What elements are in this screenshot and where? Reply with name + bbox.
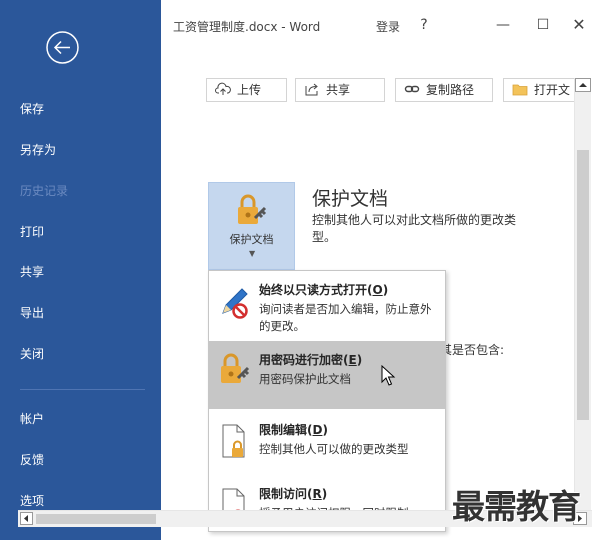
sidebar-item-export[interactable]: 导出: [0, 295, 161, 331]
open-folder-label: 打开文: [534, 83, 571, 97]
sidebar-item-save[interactable]: 保存: [0, 91, 161, 127]
copy-path-label: 复制路径: [426, 83, 475, 97]
sidebar-divider: [20, 389, 145, 390]
caret-left-icon: [24, 515, 28, 522]
sidebar-item-history: 历史记录: [20, 184, 69, 198]
pencil-no-edit-icon: [222, 288, 248, 319]
menu-item-restrict-editing[interactable]: 限制编辑(D) 控制其他人可以做的更改类型: [209, 411, 445, 479]
vertical-scrollbar[interactable]: [574, 78, 591, 510]
vertical-scroll-thumb[interactable]: [577, 150, 589, 420]
share-button[interactable]: 共享: [295, 78, 385, 102]
share-arrow-icon: [305, 83, 318, 96]
share-label: 共享: [326, 83, 351, 97]
protect-button-label: 保护文档: [229, 233, 274, 246]
back-arrow-circle-icon[interactable]: [45, 30, 80, 65]
watermark-text: 最需教育: [452, 487, 581, 526]
sidebar-item-save-as[interactable]: 另存为: [0, 132, 161, 168]
minimize-button[interactable]: —: [489, 14, 517, 36]
upload-label: 上传: [237, 83, 262, 97]
upload-button[interactable]: 上传: [206, 78, 287, 102]
dropdown-arrow-icon: ▼: [249, 249, 256, 258]
close-button[interactable]: ✕: [565, 14, 593, 36]
menu-item-title: 限制访问(R): [259, 487, 328, 501]
maximize-button[interactable]: ☐: [529, 14, 557, 36]
sidebar-item-close[interactable]: 关闭: [0, 336, 161, 372]
copy-path-button[interactable]: 复制路径: [395, 78, 493, 102]
sidebar-item-feedback[interactable]: 反馈: [0, 442, 161, 478]
protect-document-button[interactable]: 保护文档 ▼: [208, 182, 295, 270]
menu-item-title: 用密码进行加密(E): [259, 353, 363, 367]
protect-document-menu: 始终以只读方式打开(O) 询问读者是否加入编辑，防止意外的更改。 用密码进行加密…: [208, 270, 446, 532]
menu-item-description: 控制其他人可以做的更改类型: [259, 442, 409, 456]
menu-item-title: 限制编辑(D): [259, 423, 328, 437]
title-bar: 工资管理制度.docx - Word 登录 ? — ☐ ✕: [161, 0, 606, 46]
horizontal-scroll-thumb[interactable]: [36, 514, 156, 524]
caret-up-icon: [579, 83, 587, 87]
window-title: 工资管理制度.docx - Word: [173, 20, 321, 34]
folder-icon: [512, 84, 528, 96]
menu-item-description: 询问读者是否加入编辑，防止意外的更改。: [259, 302, 432, 333]
help-button[interactable]: ?: [410, 14, 438, 36]
menu-item-always-read-only[interactable]: 始终以只读方式打开(O) 询问读者是否加入编辑，防止意外的更改。: [209, 271, 445, 339]
sidebar-item-share[interactable]: 共享: [0, 254, 161, 290]
sidebar-item-account[interactable]: 帐户: [0, 401, 161, 437]
menu-item-encrypt-with-password[interactable]: 用密码进行加密(E) 用密码保护此文档: [209, 341, 445, 409]
login-link[interactable]: 登录: [376, 18, 400, 35]
section-title: 保护文档: [312, 188, 389, 210]
cloud-upload-icon: [215, 82, 231, 95]
link-icon: [404, 85, 420, 93]
scroll-up-button[interactable]: [575, 78, 591, 92]
document-lock-icon: [222, 424, 245, 458]
backstage-sidebar: 保存 另存为 历史记录 打印 共享 导出 关闭 帐户 反馈 选项: [0, 0, 161, 540]
sidebar-item-print[interactable]: 打印: [0, 214, 161, 250]
lock-key-icon: [221, 353, 250, 383]
lock-key-icon: [238, 194, 267, 224]
mouse-cursor-icon: [381, 365, 396, 386]
section-description: 控制其他人可以对此文档所做的更改类型。: [312, 213, 517, 244]
menu-item-title: 始终以只读方式打开(O): [259, 283, 389, 297]
menu-item-description: 用密码保护此文档: [259, 372, 351, 386]
open-folder-button[interactable]: 打开文: [503, 78, 574, 102]
scroll-left-button[interactable]: [20, 512, 33, 525]
